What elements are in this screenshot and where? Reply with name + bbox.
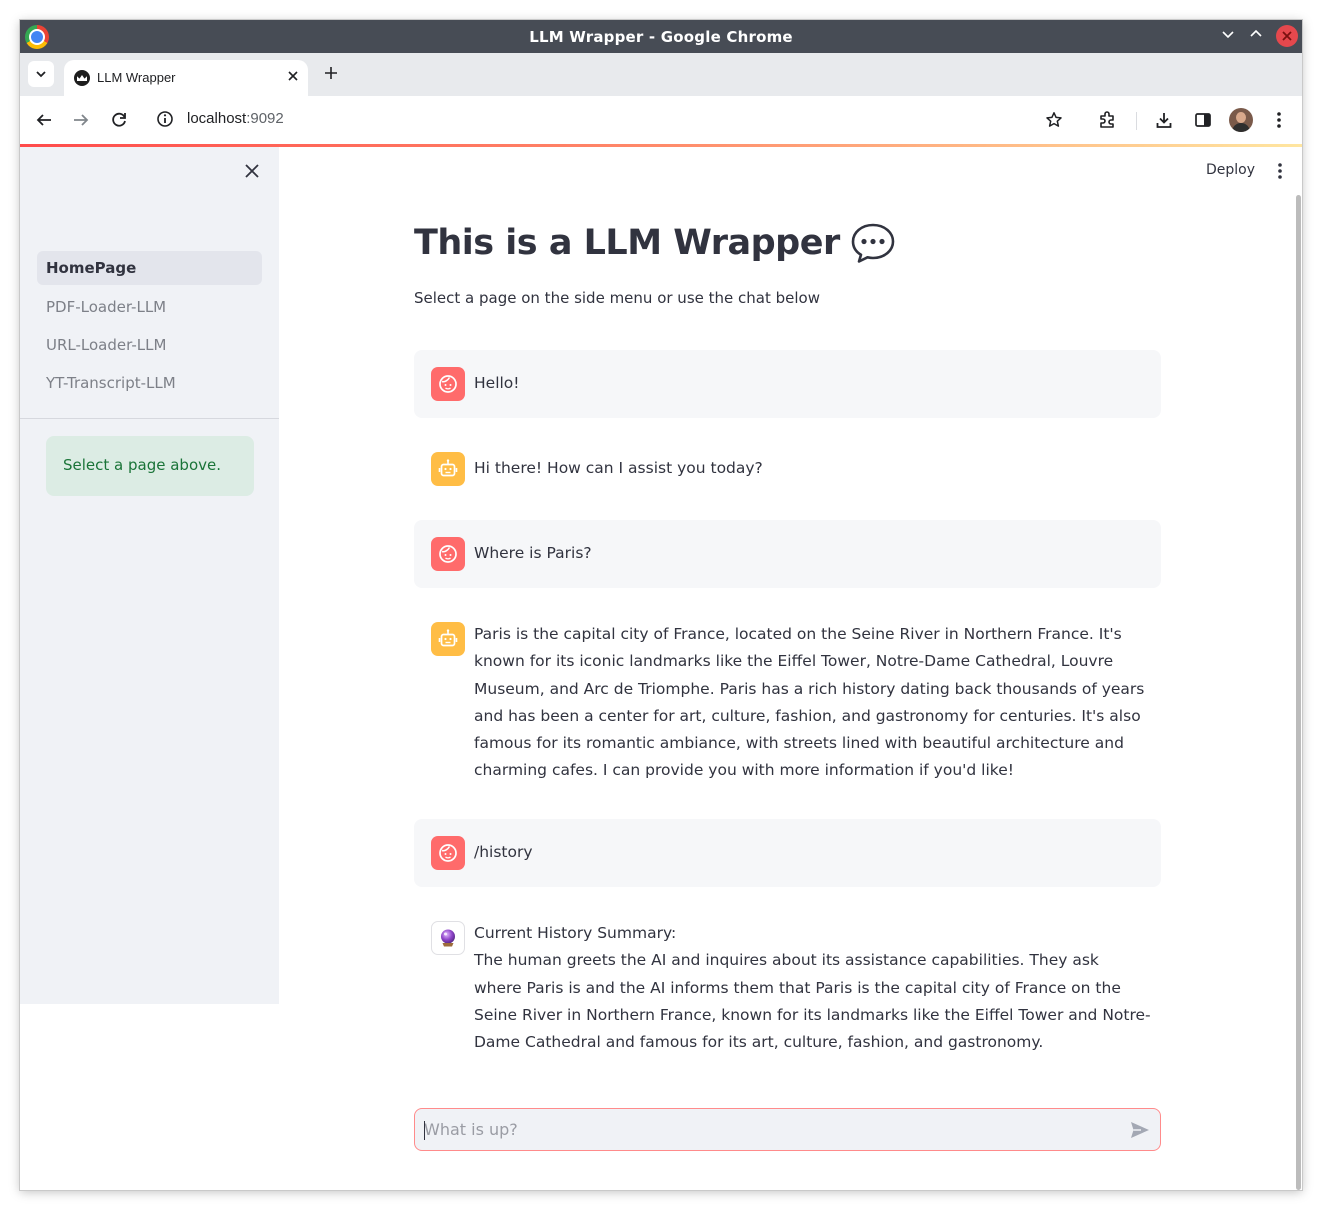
chat-input-container [414, 1108, 1161, 1151]
message-text: Hello! [474, 374, 520, 392]
summary-body: The human greets the AI and inquires abo… [474, 951, 1151, 1052]
sidebar-close-button[interactable] [244, 163, 264, 183]
title-bar: LLM Wrapper - Google Chrome [20, 20, 1302, 53]
summary-heading: Current History Summary: [474, 924, 677, 942]
toolbar-divider [1136, 112, 1137, 130]
message-text: Where is Paris? [474, 544, 592, 562]
arrow-right-icon [74, 114, 89, 126]
page-title-text: This is a LLM Wrapper [414, 223, 840, 263]
site-info-icon[interactable] [156, 110, 176, 130]
forward-button[interactable] [69, 108, 93, 132]
star-icon [1046, 112, 1062, 127]
crystal-ball-icon [431, 921, 465, 955]
user-face-icon [431, 836, 465, 870]
page-scrollbar[interactable] [1296, 195, 1301, 1190]
text-caret [424, 1121, 425, 1140]
app-menu-button[interactable] [1272, 161, 1288, 181]
close-icon [1282, 31, 1292, 41]
address-bar[interactable]: localhost:9092 [187, 110, 284, 127]
puzzle-icon [1100, 111, 1114, 128]
send-button[interactable] [1129, 1119, 1151, 1141]
robot-icon [431, 622, 465, 656]
back-button[interactable] [32, 108, 56, 132]
minimize-button[interactable] [1218, 26, 1238, 46]
sidebar-item-yt-transcript[interactable]: YT-Transcript-LLM [37, 366, 262, 400]
sidebar-item-url-loader[interactable]: URL-Loader-LLM [37, 328, 262, 362]
message-text: /history [474, 843, 533, 861]
user-face-icon [431, 537, 465, 571]
url-port: :9092 [246, 110, 284, 127]
arrow-left-icon [36, 114, 51, 126]
downloads-button[interactable] [1152, 108, 1176, 132]
speech-bubble-icon [851, 223, 895, 263]
chevron-up-icon [1250, 29, 1262, 37]
new-tab-button[interactable] [320, 63, 342, 85]
sidebar-item-pdf-loader[interactable]: PDF-Loader-LLM [37, 290, 262, 324]
tab-title: LLM Wrapper [97, 70, 176, 85]
browser-toolbar: localhost:9092 [20, 96, 1302, 144]
streamlit-app: HomePage PDF-Loader-LLM URL-Loader-LLM Y… [20, 147, 1302, 1190]
reload-icon [112, 112, 126, 127]
tab-search-button[interactable] [28, 61, 54, 87]
url-host: localhost [187, 110, 247, 127]
message-text: Current History Summary: The human greet… [474, 920, 1151, 1056]
download-icon [1156, 113, 1172, 128]
tab-strip: LLM Wrapper [20, 53, 1302, 96]
page-title: This is a LLM Wrapper [414, 222, 896, 264]
chevron-down-icon [1222, 31, 1234, 39]
chat-message-user: /history [414, 819, 1161, 887]
tab-llm-wrapper[interactable]: LLM Wrapper [64, 60, 308, 96]
chat-message-assistant: Hi there! How can I assist you today? [414, 435, 1161, 503]
reload-button[interactable] [107, 108, 131, 132]
sidebar-info-box: Select a page above. [46, 436, 254, 496]
side-panel-icon [1195, 113, 1211, 127]
extensions-button[interactable] [1095, 108, 1119, 132]
close-icon [245, 164, 259, 178]
message-text: Paris is the capital city of France, loc… [474, 625, 1145, 780]
browser-menu-button[interactable] [1267, 108, 1291, 132]
streamlit-crown-icon [74, 70, 90, 86]
user-face-icon [431, 367, 465, 401]
chat-input[interactable] [424, 1109, 1114, 1150]
page-subtitle: Select a page on the side menu or use th… [414, 289, 820, 307]
deploy-button[interactable]: Deploy [1206, 162, 1255, 178]
sidebar-divider [20, 418, 279, 419]
tab-close-button[interactable] [284, 68, 302, 86]
chat-message-summary: Current History Summary: The human greet… [414, 904, 1161, 1064]
message-text: Hi there! How can I assist you today? [474, 459, 763, 477]
profile-avatar[interactable] [1229, 108, 1253, 132]
side-panel-button[interactable] [1191, 108, 1215, 132]
sidebar: HomePage PDF-Loader-LLM URL-Loader-LLM Y… [20, 147, 279, 1004]
bookmark-button[interactable] [1042, 108, 1066, 132]
chat-message-user: Where is Paris? [414, 520, 1161, 588]
close-icon [288, 71, 298, 81]
plus-icon [325, 67, 337, 79]
send-icon [1131, 1122, 1149, 1138]
chat-message-assistant: Paris is the capital city of France, loc… [414, 605, 1161, 785]
sidebar-item-homepage[interactable]: HomePage [37, 251, 262, 285]
robot-icon [431, 452, 465, 486]
maximize-button[interactable] [1246, 26, 1266, 46]
chat-message-user: Hello! [414, 350, 1161, 418]
window-close-button[interactable] [1276, 25, 1298, 47]
kebab-menu-icon [1277, 112, 1281, 128]
browser-window: LLM Wrapper - Google Chrome LLM Wrapper [20, 20, 1302, 1190]
window-title: LLM Wrapper - Google Chrome [529, 28, 793, 46]
kebab-menu-icon [1278, 163, 1282, 179]
chevron-down-icon [36, 71, 46, 78]
